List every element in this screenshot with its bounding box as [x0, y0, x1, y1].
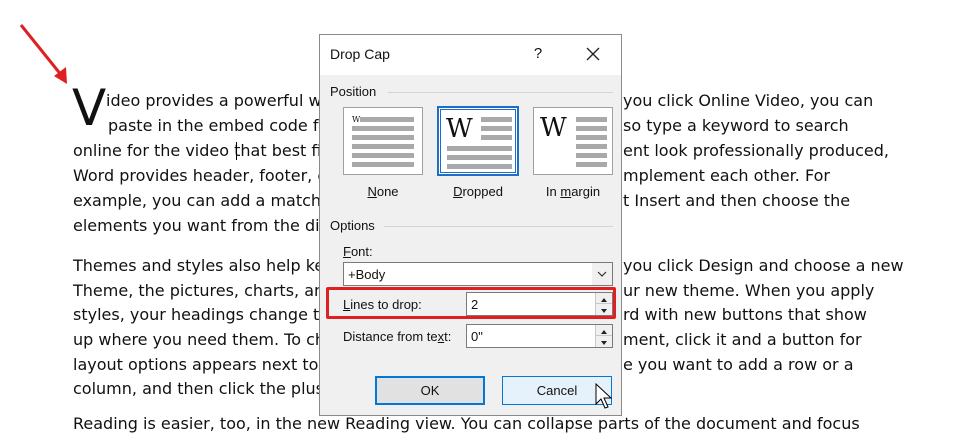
doc-line: paste in the embed code fo: [108, 116, 329, 135]
text-caret: [236, 142, 237, 160]
position-dropped-option[interactable]: W: [437, 106, 519, 176]
preview-line: [352, 153, 414, 158]
divider: [388, 92, 613, 93]
help-button[interactable]: ?: [528, 44, 548, 64]
doc-line: you click Design and choose a new: [623, 256, 904, 275]
options-section-label: Options: [330, 218, 375, 233]
preview-line: [576, 126, 607, 131]
ok-button[interactable]: OK: [375, 376, 485, 405]
triangle-down-icon: [601, 341, 607, 345]
position-section-label: Position: [330, 84, 377, 99]
doc-line: mplement each other. For: [623, 166, 830, 185]
close-icon[interactable]: [582, 43, 604, 65]
doc-line: Themes and styles also help kee: [73, 256, 335, 275]
doc-line: e you want to add a row or a: [623, 355, 854, 374]
highlight-box-annotation: [326, 287, 616, 319]
doc-line: so type a keyword to search: [623, 116, 849, 135]
doc-line: ent look professionally produced,: [623, 141, 890, 160]
doc-line: example, you can add a matchin: [73, 191, 336, 210]
preview-letter: W: [540, 113, 567, 143]
divider: [384, 226, 613, 227]
preview-line: [576, 117, 607, 122]
preview-line: [576, 153, 607, 158]
doc-line: layout options appears next to it: [73, 355, 335, 374]
doc-line: elements you want from the diff: [73, 216, 331, 235]
chevron-down-icon: [597, 271, 607, 277]
distance-from-text-value: 0": [471, 329, 483, 344]
preview-line: [481, 135, 512, 140]
preview-line: [360, 117, 414, 122]
position-none-label[interactable]: None: [343, 184, 423, 199]
dialog-titlebar[interactable]: Drop Cap ?: [320, 35, 621, 75]
doc-line: online for the video that best fit: [73, 141, 328, 160]
preview-letter: W: [446, 114, 473, 144]
preview-line: [447, 155, 512, 160]
position-in-margin-label[interactable]: In margin: [533, 184, 613, 199]
preview-line: [481, 126, 512, 131]
red-arrow-annotation: [19, 24, 67, 84]
mouse-pointer-icon: [595, 383, 612, 409]
preview-line: [481, 117, 512, 122]
drop-cap-dialog: Drop Cap ? Position W None W Dropped W I…: [319, 34, 622, 416]
distance-spin-up-button[interactable]: [595, 325, 612, 336]
preview-line: [352, 144, 414, 149]
doc-line: styles, your headings change to: [73, 305, 330, 324]
distance-from-text-input[interactable]: 0": [466, 324, 613, 348]
doc-line: t Insert and then choose the: [623, 191, 851, 210]
doc-line: rd with new buttons that show: [623, 305, 867, 324]
preview-line: [447, 146, 512, 151]
doc-line: ideo provides a powerful wa: [106, 91, 332, 110]
preview-line: [352, 135, 414, 140]
font-value: +Body: [348, 267, 386, 282]
drop-cap-letter: V: [72, 79, 107, 137]
preview-line: [576, 135, 607, 140]
doc-line: Theme, the pictures, charts, and: [73, 281, 335, 300]
distance-spin-down-button[interactable]: [595, 336, 612, 347]
doc-line: column, and then click the plus s: [73, 379, 338, 398]
doc-line: you click Online Video, you can: [623, 91, 874, 110]
dialog-title: Drop Cap: [330, 46, 390, 62]
doc-line: ment, click it and a button for: [623, 330, 862, 349]
preview-line: [447, 164, 512, 169]
preview-letter: W: [352, 115, 361, 124]
doc-line: Word provides header, footer, c: [73, 166, 327, 185]
font-dropdown-button[interactable]: [591, 263, 612, 285]
preview-line: [352, 162, 414, 167]
preview-line: [576, 144, 607, 149]
position-dropped-label[interactable]: Dropped: [438, 184, 518, 199]
font-label: Font:: [343, 244, 373, 259]
doc-line: up where you need them. To cha: [73, 330, 335, 349]
position-in-margin-option[interactable]: W: [533, 107, 613, 175]
position-none-option[interactable]: W: [343, 107, 423, 175]
font-combobox[interactable]: +Body: [343, 262, 613, 286]
preview-line: [352, 126, 414, 131]
doc-line: ur new theme. When you apply: [623, 281, 875, 300]
preview-line: [576, 162, 607, 167]
distance-from-text-label: Distance from text:: [343, 329, 452, 344]
